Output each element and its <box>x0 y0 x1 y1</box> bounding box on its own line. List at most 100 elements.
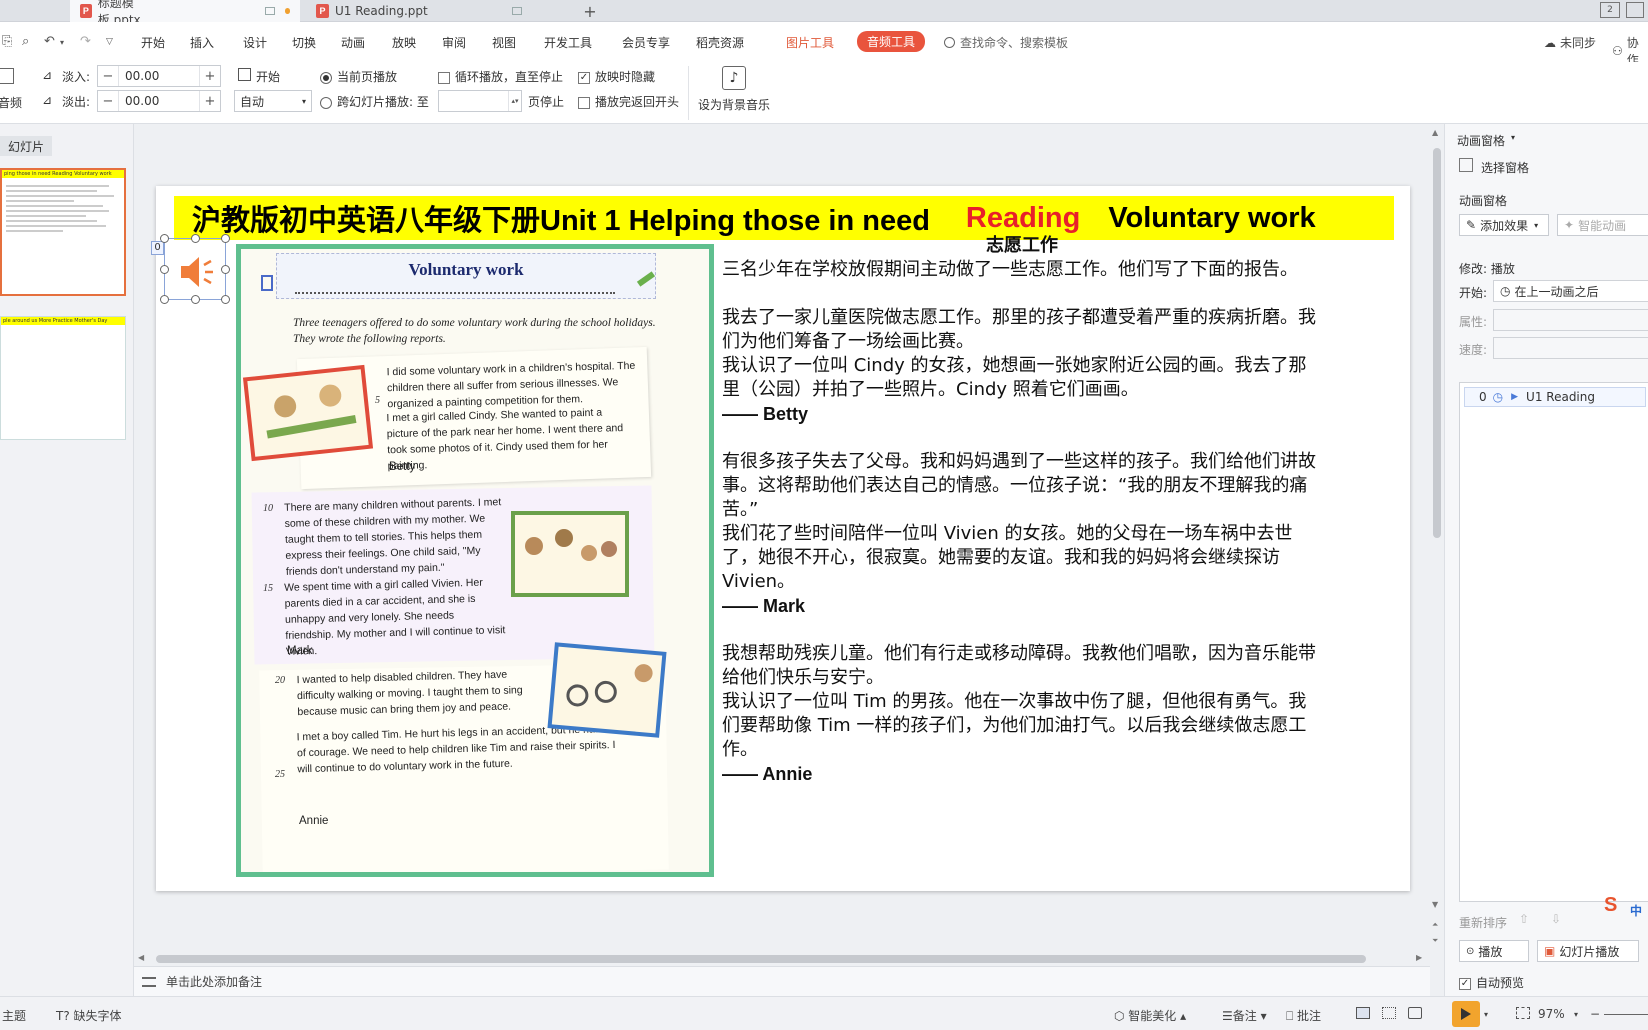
fade-out-spinner[interactable]: − 00.00 + <box>97 90 221 112</box>
audio-object[interactable]: 0 <box>151 234 230 304</box>
selection-pane-button[interactable]: 选择窗格 <box>1481 159 1529 176</box>
tab-u1-reading[interactable]: P U1 Reading.ppt <box>306 0 542 22</box>
ime-language-indicator[interactable]: 中 <box>1630 902 1642 919</box>
cross-slide-play-radio[interactable]: 跨幻灯片播放: 至 <box>320 93 429 110</box>
resize-handle[interactable] <box>191 295 200 304</box>
prev-slide-icon[interactable]: ⏶ <box>1432 920 1438 930</box>
menu-animation[interactable]: 动画 <box>341 34 365 51</box>
zoom-out-icon[interactable]: − <box>1590 1007 1600 1021</box>
resize-handle[interactable] <box>160 295 169 304</box>
resize-handle[interactable] <box>221 295 230 304</box>
tab-template-pptx[interactable]: P 标题模板.pptx <box>70 0 300 27</box>
resize-handle[interactable] <box>160 234 169 243</box>
menu-transition[interactable]: 切换 <box>292 34 316 51</box>
fade-in-decrement-button[interactable]: − <box>98 66 118 86</box>
fade-in-spinner[interactable]: − 00.00 + <box>97 65 221 87</box>
chevron-down-icon[interactable]: ▾ <box>1511 133 1515 142</box>
music-note-icon[interactable]: ♪ <box>722 66 746 90</box>
canvas-horizontal-scrollbar[interactable]: ◀ ▶ <box>134 952 1430 966</box>
fade-in-increment-button[interactable]: + <box>200 66 220 86</box>
rewind-after-play-checkbox[interactable]: 播放完返回开头 <box>578 93 679 110</box>
sogou-ime-icon[interactable]: S <box>1604 894 1617 917</box>
stop-page-value[interactable] <box>439 91 509 111</box>
pane-header[interactable]: 动画窗格 <box>1457 132 1505 149</box>
horizontal-scroll-thumb[interactable] <box>156 955 1366 963</box>
play-button[interactable]: ⊙ 播放 <box>1459 940 1529 962</box>
start-slideshow-button[interactable] <box>1452 1001 1480 1027</box>
chinese-translation-textbox[interactable]: 志愿工作 三名少年在学校放假期间主动做了一些志愿工作。他们写了下面的报告。 我去… <box>722 234 1322 786</box>
fade-out-value[interactable]: 00.00 <box>118 91 200 111</box>
audio-icon[interactable] <box>0 68 14 84</box>
zoom-level[interactable]: 97% <box>1538 1007 1565 1021</box>
property-select[interactable] <box>1493 309 1648 331</box>
normal-view-icon[interactable] <box>1356 1007 1370 1019</box>
reading-view-icon[interactable] <box>1408 1007 1422 1019</box>
slideshow-button[interactable]: ▣ 幻灯片播放 <box>1537 940 1639 962</box>
move-down-icon[interactable]: ⇩ <box>1551 912 1561 926</box>
slide-thumbnail-1[interactable]: ping those in need Reading Voluntary wor… <box>0 168 126 296</box>
current-page-play-radio[interactable]: 当前页播放 <box>320 68 397 85</box>
animation-list[interactable]: 0 ◷ ▶ U1 Reading <box>1459 382 1648 902</box>
textbook-page-image[interactable]: Voluntary work Three teenagers offered t… <box>236 244 714 877</box>
start-mode-select[interactable]: 自动 ▾ <box>234 90 312 112</box>
fade-out-increment-button[interactable]: + <box>200 91 220 111</box>
resize-handle[interactable] <box>221 265 230 274</box>
animation-list-item[interactable]: 0 ◷ ▶ U1 Reading <box>1464 387 1646 407</box>
scroll-left-icon[interactable]: ◀ <box>138 953 144 962</box>
resize-handle[interactable] <box>221 234 230 243</box>
customize-quick-access-icon[interactable]: ▽ <box>106 37 113 47</box>
slideshow-options-chevron-icon[interactable]: ▾ <box>1484 1010 1488 1019</box>
scroll-right-icon[interactable]: ▶ <box>1416 953 1422 962</box>
print-preview-icon[interactable]: ⌕ <box>22 34 29 49</box>
window-count-button[interactable]: 2 <box>1600 2 1620 18</box>
menu-developer[interactable]: 开发工具 <box>544 34 592 51</box>
sync-status[interactable]: ☁ 未同步 <box>1544 34 1596 51</box>
stop-page-spinner[interactable]: ▴▾ <box>438 90 522 112</box>
menu-design[interactable]: 设计 <box>243 34 267 51</box>
menu-audio-tools[interactable]: 音频工具 <box>857 31 926 52</box>
menu-member[interactable]: 会员专享 <box>622 34 670 51</box>
comments-button[interactable]: ⎕ 批注 <box>1286 1007 1321 1024</box>
zoom-slider[interactable] <box>1604 1014 1648 1015</box>
smart-animation-button[interactable]: ✦ 智能动画 <box>1557 214 1648 236</box>
menu-home[interactable]: 开始 <box>141 34 165 51</box>
next-slide-icon[interactable]: ⏷ <box>1432 936 1438 946</box>
scroll-down-icon[interactable]: ▼ <box>1432 900 1438 909</box>
start-select[interactable]: ◷ 在上一动画之后 <box>1493 280 1648 302</box>
menu-slideshow[interactable]: 放映 <box>392 34 416 51</box>
fade-out-decrement-button[interactable]: − <box>98 91 118 111</box>
new-tab-button[interactable]: + <box>580 0 600 22</box>
undo-dropdown-icon[interactable]: ▾ <box>60 38 64 47</box>
menu-view[interactable]: 视图 <box>492 34 516 51</box>
slide-thumbnail-2[interactable]: ple around us More Practice Mother's Day <box>0 316 126 440</box>
add-effect-button[interactable]: ✎ 添加效果 ▾ <box>1459 214 1549 236</box>
redo-icon[interactable]: ↷ <box>80 34 91 49</box>
notes-toggle-button[interactable]: ☰备注 ▾ <box>1222 1007 1267 1024</box>
menu-insert[interactable]: 插入 <box>190 34 214 51</box>
command-search[interactable]: 查找命令、搜索模板 <box>944 34 1068 51</box>
missing-fonts-button[interactable]: T? 缺失字体 <box>56 1007 122 1024</box>
resize-handle[interactable] <box>191 234 200 243</box>
loop-play-checkbox[interactable]: 循环播放，直至停止 <box>438 68 563 85</box>
notes-bar[interactable]: 单击此处添加备注 <box>134 966 1430 996</box>
window-layout-icon[interactable] <box>1626 2 1644 18</box>
speed-select[interactable] <box>1493 337 1648 359</box>
resize-handle[interactable] <box>160 265 169 274</box>
set-bg-music-button[interactable]: 设为背景音乐 <box>698 96 770 113</box>
fade-in-value[interactable]: 00.00 <box>118 66 200 86</box>
stop-page-stepper-icon[interactable]: ▴▾ <box>509 91 521 111</box>
undo-icon[interactable]: ↶ <box>44 34 55 49</box>
slide-sorter-view-icon[interactable] <box>1382 1007 1396 1019</box>
fit-to-window-icon[interactable] <box>1516 1007 1530 1019</box>
slides-panel-tab[interactable]: 幻灯片 <box>0 136 52 156</box>
menu-docer-resources[interactable]: 稻壳资源 <box>696 34 744 51</box>
menu-picture-tools[interactable]: 图片工具 <box>786 34 834 51</box>
save-icon[interactable]: ⎘ <box>2 34 12 49</box>
smart-beautify-button[interactable]: ⬡ 智能美化 ▴ <box>1114 1007 1186 1024</box>
hide-when-playing-checkbox[interactable]: ✓ 放映时隐藏 <box>578 68 655 85</box>
zoom-chevron-down-icon[interactable]: ▾ <box>1574 1010 1578 1019</box>
move-up-icon[interactable]: ⇧ <box>1519 912 1529 926</box>
vertical-scroll-thumb[interactable] <box>1433 148 1441 538</box>
scroll-up-icon[interactable]: ▲ <box>1432 128 1438 137</box>
auto-preview-checkbox[interactable]: ✓ 自动预览 <box>1459 974 1524 991</box>
